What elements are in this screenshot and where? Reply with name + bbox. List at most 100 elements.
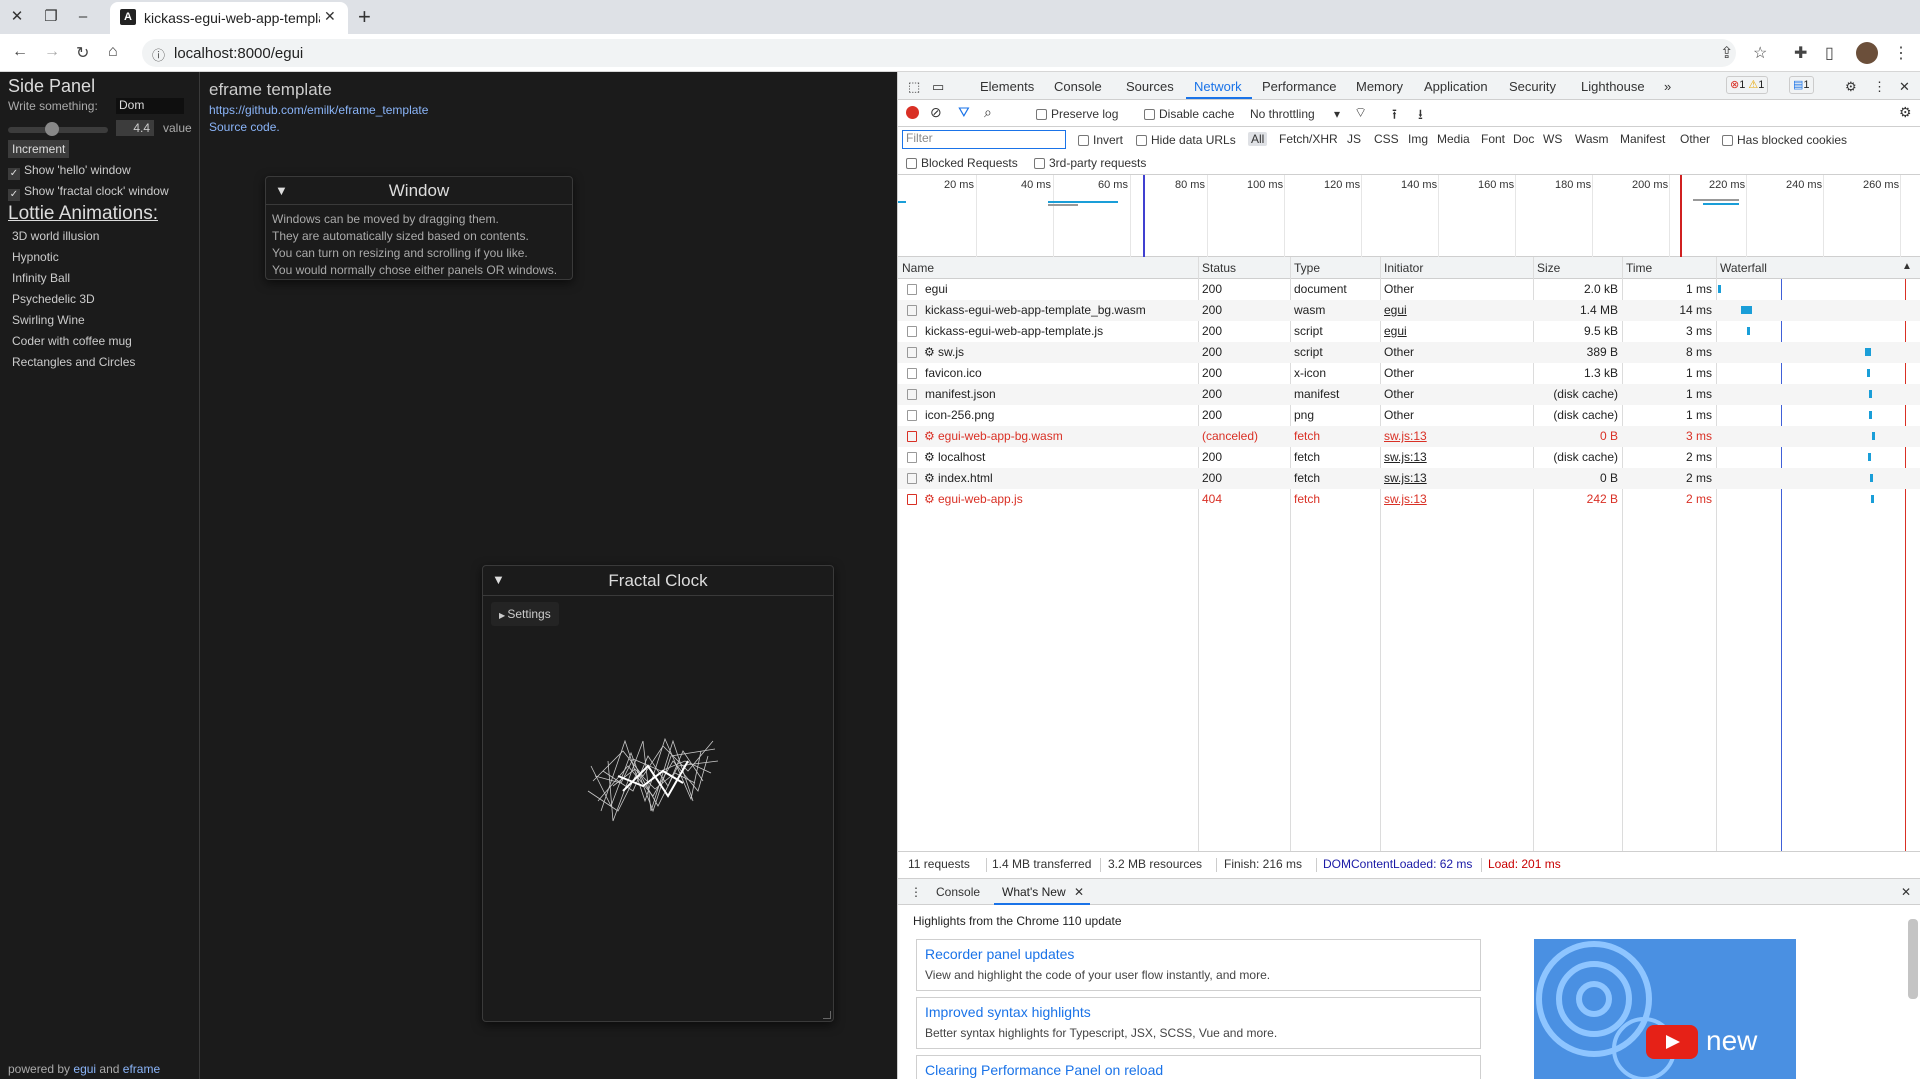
export-har-icon[interactable]: ⭳ xyxy=(1418,104,1423,128)
tab-security[interactable]: Security xyxy=(1509,79,1556,94)
type-filter-media[interactable]: Media xyxy=(1437,132,1470,146)
tab-elements[interactable]: Elements xyxy=(980,79,1034,94)
card-title[interactable]: Recorder panel updates xyxy=(925,946,1074,962)
table-row[interactable]: icon-256.png 200 png Other (disk cache) 1 ms xyxy=(898,405,1920,426)
lottie-item[interactable]: Rectangles and Circles xyxy=(12,355,135,369)
whats-new-card[interactable]: Recorder panel updates View and highligh… xyxy=(916,939,1481,991)
type-filter-img[interactable]: Img xyxy=(1408,132,1428,146)
device-toolbar-icon[interactable]: ▭ xyxy=(932,79,944,95)
repo-link[interactable]: https://github.com/emilk/eframe_template xyxy=(209,103,428,117)
clock-title-bar[interactable]: ▼ Fractal Clock xyxy=(483,566,833,596)
write-input[interactable]: Dom xyxy=(116,98,184,114)
record-icon[interactable] xyxy=(906,106,919,119)
invert-checkbox[interactable]: Invert xyxy=(1078,133,1123,147)
more-tabs-icon[interactable]: » xyxy=(1664,79,1671,94)
search-icon[interactable]: ⌕ xyxy=(984,104,992,121)
increment-button[interactable]: Increment xyxy=(8,140,70,158)
tab-memory[interactable]: Memory xyxy=(1356,79,1403,94)
drawer-menu-icon[interactable]: ⋮ xyxy=(910,885,922,899)
type-filter-font[interactable]: Font xyxy=(1481,132,1505,146)
sort-up-icon[interactable]: ▲ xyxy=(1902,261,1912,272)
address-bar[interactable]: ⓘ localhost:8000/egui xyxy=(142,39,1736,67)
type-filter-other[interactable]: Other xyxy=(1680,132,1710,146)
messages-badge[interactable]: ▤1 xyxy=(1789,76,1814,94)
tab-lighthouse[interactable]: Lighthouse xyxy=(1581,79,1645,94)
settings-gear-icon[interactable]: ⚙ xyxy=(1845,79,1857,95)
table-row[interactable]: manifest.json 200 manifest Other (disk cache… xyxy=(898,384,1920,405)
col-header-time[interactable]: Time xyxy=(1622,257,1716,279)
drawer-tab-console[interactable]: Console xyxy=(936,885,980,899)
col-header-status[interactable]: Status xyxy=(1198,257,1290,279)
lottie-item[interactable]: Coder with coffee mug xyxy=(12,334,132,348)
import-har-icon[interactable]: ⭱ xyxy=(1392,104,1397,128)
new-tab-icon[interactable]: + xyxy=(358,4,371,30)
table-row[interactable]: favicon.ico 200 x-icon Other 1.3 kB 1 ms xyxy=(898,363,1920,384)
show-hello-checkbox[interactable]: ✓ Show 'hello' window xyxy=(8,163,131,180)
clear-icon[interactable]: ⊘ xyxy=(930,104,942,121)
window-title-bar[interactable]: ▼ Window xyxy=(266,177,572,205)
blocked-cookies-checkbox[interactable]: Has blocked cookies xyxy=(1722,133,1847,147)
value-slider-handle[interactable] xyxy=(45,122,59,136)
bookmark-star-icon[interactable]: ☆ xyxy=(1753,43,1767,63)
tab-sources[interactable]: Sources xyxy=(1126,79,1174,94)
minimize-window-icon[interactable]: – xyxy=(73,7,93,27)
issues-badge[interactable]: ⊗1 ⚠1 xyxy=(1726,76,1769,94)
home-icon[interactable]: ⌂ xyxy=(108,43,118,61)
close-devtools-icon[interactable]: ✕ xyxy=(1899,79,1910,95)
address-url[interactable]: localhost:8000/egui xyxy=(174,45,303,62)
lottie-item[interactable]: Swirling Wine xyxy=(12,313,85,327)
close-window-icon[interactable]: ✕ xyxy=(7,7,27,27)
type-filter-all[interactable]: All xyxy=(1248,132,1268,146)
network-settings-icon[interactable]: ⚙ xyxy=(1899,104,1912,121)
table-row[interactable]: ⚙ egui-web-app.js 404 fetch sw.js:13 242 B 2 m… xyxy=(898,489,1920,510)
whats-new-card[interactable]: Improved syntax highlights Better syntax… xyxy=(916,997,1481,1049)
drawer-scrollbar[interactable] xyxy=(1908,919,1918,999)
type-filter-fetch[interactable]: Fetch/XHR xyxy=(1279,132,1338,146)
col-header-name[interactable]: Name xyxy=(898,257,1198,279)
youtube-play-icon[interactable] xyxy=(1646,1025,1698,1059)
table-row[interactable]: kickass-egui-web-app-template.js 200 scrip… xyxy=(898,321,1920,342)
tab-console[interactable]: Console xyxy=(1054,79,1102,94)
tab-network[interactable]: Network xyxy=(1194,79,1242,94)
browser-menu-icon[interactable]: ⋮ xyxy=(1893,43,1909,63)
collapse-triangle-icon[interactable]: ▼ xyxy=(275,177,288,205)
forward-icon[interactable]: → xyxy=(44,43,60,61)
whats-new-video[interactable]: new xyxy=(1534,939,1796,1079)
network-overview[interactable]: 20 ms 40 ms 60 ms 80 ms 100 ms 120 ms 14… xyxy=(898,175,1920,257)
show-clock-checkbox[interactable]: ✓ Show 'fractal clock' window xyxy=(8,184,169,201)
type-filter-wasm[interactable]: Wasm xyxy=(1575,132,1609,146)
throttling-select[interactable]: No throttling ▾ xyxy=(1250,107,1340,121)
lottie-item[interactable]: 3D world illusion xyxy=(12,229,99,243)
table-row[interactable]: ⚙ index.html 200 fetch sw.js:13 0 B 2 ms xyxy=(898,468,1920,489)
type-filter-ws[interactable]: WS xyxy=(1543,132,1562,146)
card-title[interactable]: Clearing Performance Panel on reload xyxy=(925,1062,1163,1078)
type-filter-js[interactable]: JS xyxy=(1347,132,1361,146)
filter-input[interactable]: Filter xyxy=(902,130,1066,149)
hide-data-urls-checkbox[interactable]: Hide data URLs xyxy=(1136,133,1236,147)
settings-collapsible[interactable]: ▶ Settings xyxy=(491,602,559,626)
whats-new-card[interactable]: Clearing Performance Panel on reload xyxy=(916,1055,1481,1079)
resize-handle[interactable] xyxy=(823,1011,831,1019)
profile-avatar[interactable] xyxy=(1856,42,1878,64)
reload-icon[interactable]: ↻ xyxy=(76,43,89,63)
lottie-item[interactable]: Hypnotic xyxy=(12,250,59,264)
back-icon[interactable]: ← xyxy=(12,43,28,61)
browser-tab[interactable]: A kickass-egui-web-app-templa ✕ xyxy=(110,2,348,34)
col-header-size[interactable]: Size xyxy=(1533,257,1622,279)
table-row[interactable]: kickass-egui-web-app-template_bg.wasm 200… xyxy=(898,300,1920,321)
lottie-item[interactable]: Psychedelic 3D xyxy=(12,292,95,306)
table-row[interactable]: egui 200 document Other 2.0 kB 1 ms xyxy=(898,279,1920,300)
close-whats-new-icon[interactable]: ✕ xyxy=(1074,885,1084,899)
table-row[interactable]: ⚙ localhost 200 fetch sw.js:13 (disk cache) 2 … xyxy=(898,447,1920,468)
devtools-menu-icon[interactable]: ⋮ xyxy=(1873,79,1886,95)
card-title[interactable]: Improved syntax highlights xyxy=(925,1004,1091,1020)
eframe-link[interactable]: eframe xyxy=(123,1062,160,1076)
tab-performance[interactable]: Performance xyxy=(1262,79,1336,94)
fractal-clock-window[interactable]: ▼ Fractal Clock ▶ Settings xyxy=(482,565,834,1022)
disable-cache-checkbox[interactable]: Disable cache xyxy=(1144,107,1234,121)
value-slider-number[interactable]: 4.4 xyxy=(116,120,154,136)
side-panel-icon[interactable]: ▯ xyxy=(1825,43,1834,63)
blocked-requests-checkbox[interactable]: Blocked Requests xyxy=(906,156,1018,170)
filter-icon[interactable]: ⛛ xyxy=(958,104,970,121)
restore-window-icon[interactable]: ❐ xyxy=(41,7,61,27)
